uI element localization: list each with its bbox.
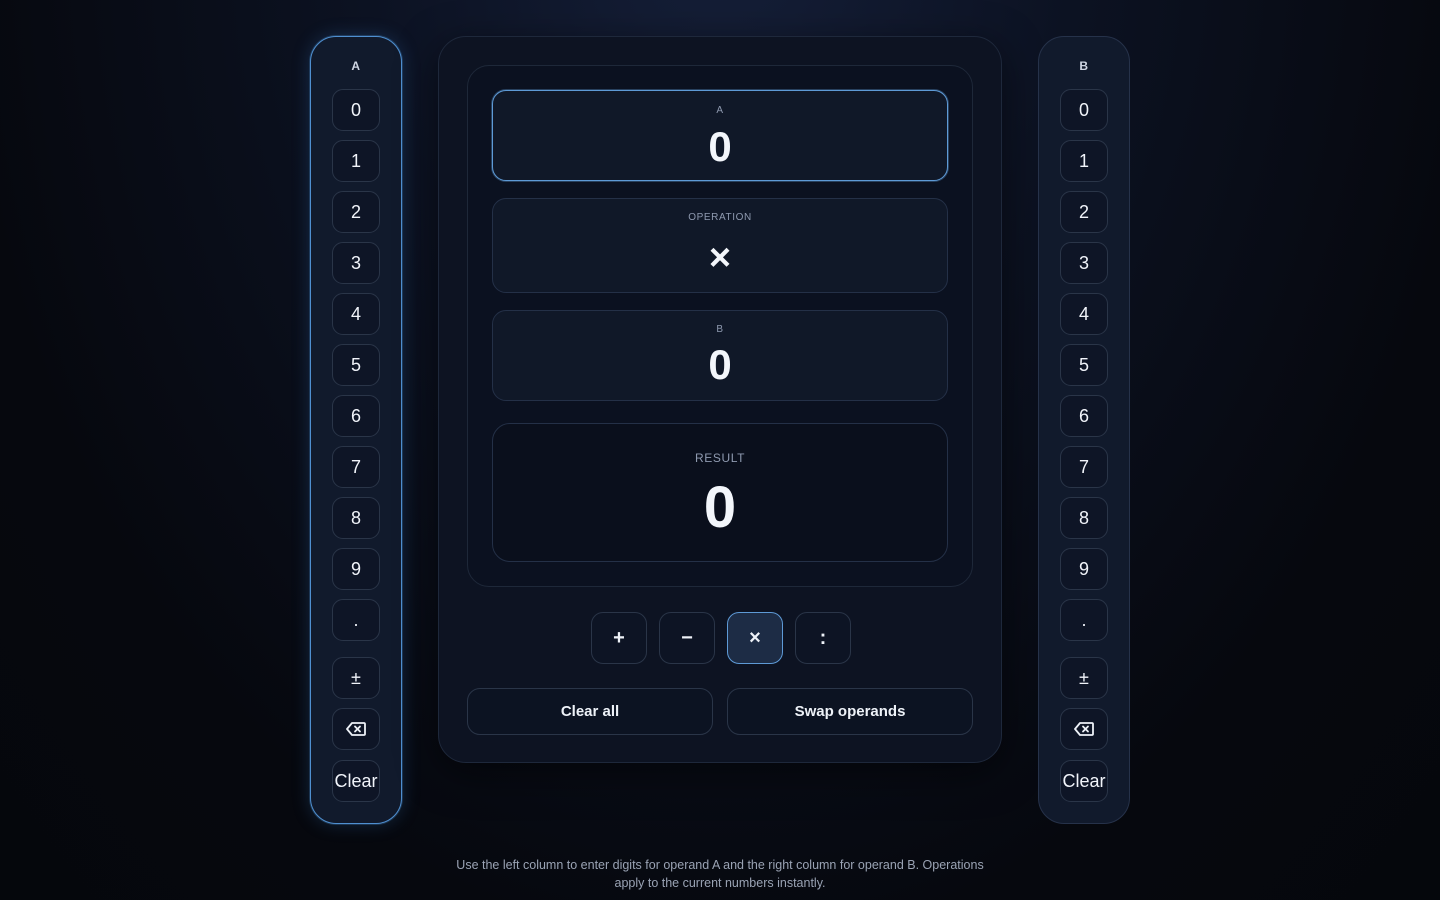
footer-hint: Use the left column to enter digits for … (456, 858, 984, 890)
operand-b-label: B (716, 324, 724, 335)
key-a-3[interactable]: 3 (332, 242, 380, 284)
key-b-decimal[interactable]: . (1060, 599, 1108, 641)
keypad-a-title: A (351, 59, 361, 73)
result-display: RESULT 0 (492, 423, 948, 562)
key-a-2[interactable]: 2 (332, 191, 380, 233)
result-value: 0 (703, 475, 737, 540)
key-a-0[interactable]: 0 (332, 89, 380, 131)
key-b-clear[interactable]: Clear (1060, 760, 1108, 802)
operation-value: × (708, 237, 732, 279)
key-b-1[interactable]: 1 (1060, 140, 1108, 182)
plus-button[interactable]: + (591, 612, 647, 664)
operation-label: OPERATION (688, 212, 752, 223)
key-b-negate[interactable]: ± (1060, 657, 1108, 699)
swap-operands-button[interactable]: Swap operands (727, 688, 973, 735)
divide-button[interactable]: : (795, 612, 851, 664)
key-b-3[interactable]: 3 (1060, 242, 1108, 284)
key-a-7[interactable]: 7 (332, 446, 380, 488)
key-b-7[interactable]: 7 (1060, 446, 1108, 488)
key-b-2[interactable]: 2 (1060, 191, 1108, 233)
multiply-button[interactable]: × (727, 612, 783, 664)
keypad-b-title: B (1079, 59, 1089, 73)
operand-b-value: 0 (708, 341, 732, 388)
key-a-backspace[interactable] (332, 708, 380, 750)
key-b-5[interactable]: 5 (1060, 344, 1108, 386)
operand-a-keypad: A 0 1 2 3 4 5 6 7 8 9 . ± Clear (310, 36, 402, 824)
display-area: A 0 OPERATION × B 0 RESULT 0 (467, 65, 973, 587)
key-b-6[interactable]: 6 (1060, 395, 1108, 437)
key-a-1[interactable]: 1 (332, 140, 380, 182)
backspace-icon (346, 722, 366, 736)
key-b-backspace[interactable] (1060, 708, 1108, 750)
operand-a-display[interactable]: A 0 (492, 90, 948, 181)
key-b-4[interactable]: 4 (1060, 293, 1108, 335)
operand-b-keypad: B 0 1 2 3 4 5 6 7 8 9 . ± Clear (1038, 36, 1130, 824)
calculator-panel: A 0 OPERATION × B 0 RESULT 0 + − × : Cle… (438, 36, 1002, 763)
key-a-9[interactable]: 9 (332, 548, 380, 590)
operand-a-label: A (716, 105, 724, 116)
key-b-9[interactable]: 9 (1060, 548, 1108, 590)
operand-b-display[interactable]: B 0 (492, 310, 948, 401)
key-a-4[interactable]: 4 (332, 293, 380, 335)
key-a-5[interactable]: 5 (332, 344, 380, 386)
backspace-icon (1074, 722, 1094, 736)
key-a-decimal[interactable]: . (332, 599, 380, 641)
key-a-clear[interactable]: Clear (332, 760, 380, 802)
key-b-8[interactable]: 8 (1060, 497, 1108, 539)
minus-button[interactable]: − (659, 612, 715, 664)
key-a-negate[interactable]: ± (332, 657, 380, 699)
key-a-6[interactable]: 6 (332, 395, 380, 437)
key-b-0[interactable]: 0 (1060, 89, 1108, 131)
operation-display: OPERATION × (492, 198, 948, 293)
clear-all-button[interactable]: Clear all (467, 688, 713, 735)
operand-a-value: 0 (708, 123, 732, 170)
result-label: RESULT (694, 451, 746, 465)
key-a-8[interactable]: 8 (332, 497, 380, 539)
